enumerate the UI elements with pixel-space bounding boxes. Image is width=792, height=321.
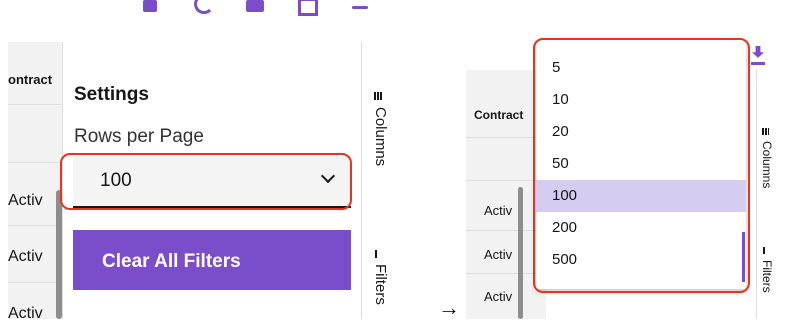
transition-arrow: → bbox=[438, 295, 460, 320]
table-cell: Activ bbox=[484, 203, 513, 218]
clear-all-filters-label: Clear All Filters bbox=[102, 251, 241, 272]
filter-icon bbox=[763, 247, 770, 254]
table-cell: Activ bbox=[8, 192, 43, 209]
toolbar bbox=[8, 0, 400, 22]
table-cell: Activ bbox=[8, 305, 43, 319]
column-header[interactable]: Contract bbox=[474, 108, 523, 122]
scrollbar[interactable] bbox=[56, 190, 62, 319]
side-tab-columns-label: Columns bbox=[372, 107, 389, 167]
table-cell: Activ bbox=[8, 248, 43, 265]
annotation-outline bbox=[60, 153, 352, 210]
scrollbar[interactable] bbox=[518, 187, 523, 319]
side-tab-columns[interactable]: Columns bbox=[362, 42, 400, 202]
side-tab-filters-label: Filters bbox=[760, 260, 774, 293]
side-tab-filters-label: Filters bbox=[372, 264, 389, 305]
grid-icon bbox=[374, 92, 382, 100]
clear-all-filters-button[interactable]: Clear All Filters bbox=[73, 230, 351, 290]
download-icon-base bbox=[751, 62, 765, 65]
left-screenshot: ontract Activ Activ Activ Settings Rows … bbox=[8, 0, 400, 319]
export-icon[interactable] bbox=[143, 0, 157, 12]
right-screenshot: Contract Activ Activ Activ 5 10 20 50 10… bbox=[466, 30, 778, 319]
data-grid: ontract Activ Activ Activ bbox=[8, 42, 62, 319]
side-tab-columns[interactable]: Columns bbox=[757, 70, 778, 210]
settings-title: Settings bbox=[74, 84, 149, 105]
side-tab-columns-label: Columns bbox=[760, 141, 774, 189]
download-icon[interactable] bbox=[352, 6, 368, 9]
rows-per-page-label: Rows per Page bbox=[74, 126, 204, 147]
copy-icon[interactable] bbox=[246, 0, 264, 12]
filter-icon bbox=[375, 250, 383, 258]
side-tab-filters[interactable]: Filters bbox=[757, 235, 778, 319]
table-cell: Activ bbox=[484, 247, 513, 262]
table-cell: Activ bbox=[484, 289, 513, 304]
grid-icon bbox=[762, 128, 769, 135]
side-tab-filters[interactable]: Filters bbox=[362, 230, 400, 319]
paste-icon[interactable] bbox=[298, 0, 318, 16]
refresh-icon[interactable] bbox=[194, 0, 214, 14]
download-icon[interactable] bbox=[752, 46, 764, 58]
annotation-outline bbox=[533, 38, 750, 293]
column-header[interactable]: ontract bbox=[8, 72, 52, 87]
